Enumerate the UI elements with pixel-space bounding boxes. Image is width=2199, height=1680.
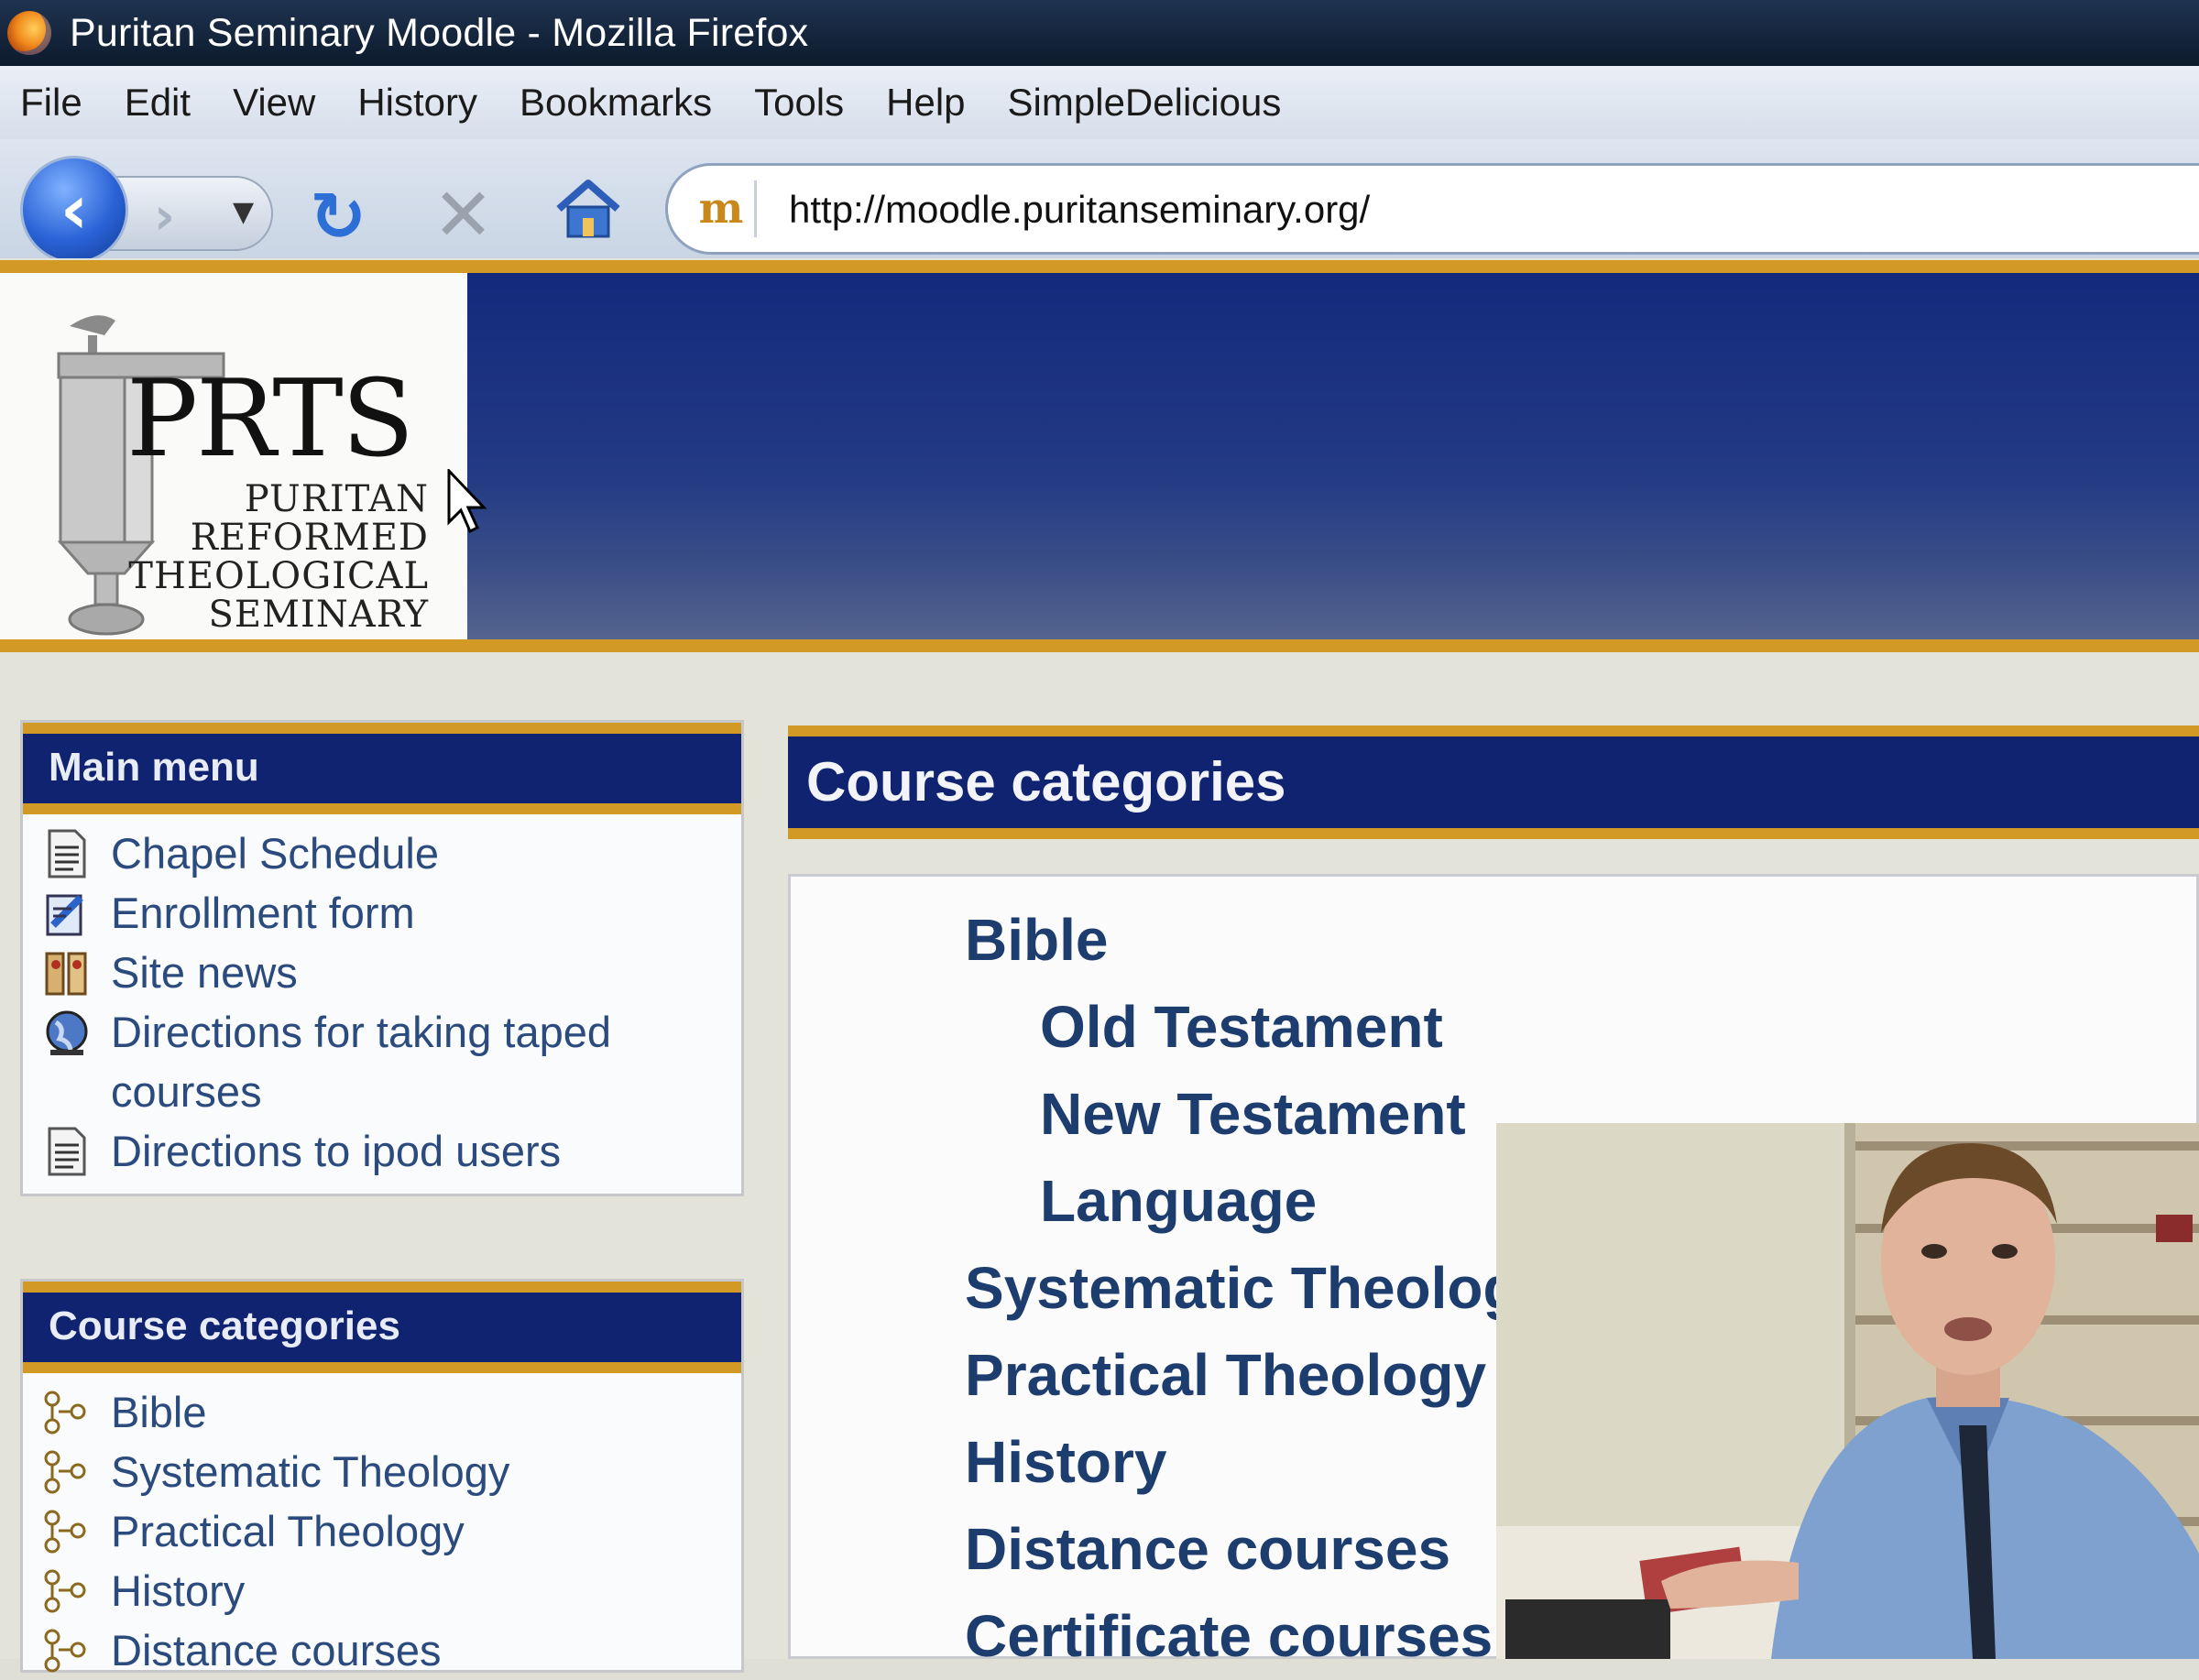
main-menu-item-label[interactable]: Directions for taking taped courses [111,1002,741,1121]
stop-button[interactable]: ✕ [432,172,494,257]
side-category-label[interactable]: History [111,1561,245,1620]
course-categories-block: Course categories Bible Systematic Theol… [20,1279,744,1675]
category-new-testament[interactable]: New Testament [965,1071,1551,1158]
back-arrow-icon: ‹ [60,170,89,249]
category-history[interactable]: History [965,1419,1551,1506]
site-logo[interactable]: PRTS PURITAN REFORMED THEOLOGICAL SEMINA… [0,273,467,639]
globe-icon [39,1006,94,1059]
main-menu-item-directions-ipod[interactable]: Directions to ipod users [23,1121,741,1181]
back-button[interactable]: ‹ [20,156,128,264]
history-dropdown-icon[interactable]: ▼ [233,196,254,228]
side-category-systematic-theology[interactable]: Systematic Theology [23,1442,741,1501]
home-button[interactable] [553,176,623,242]
category-distance-courses[interactable]: Distance courses [965,1506,1551,1593]
side-category-history[interactable]: History [23,1561,741,1620]
side-category-label[interactable]: Distance courses [111,1620,442,1680]
window-titlebar: Puritan Seminary Moodle - Mozilla Firefo… [0,0,2199,66]
logo-line: REFORMED [190,517,429,559]
menu-simpledelicious[interactable]: SimpleDelicious [1008,81,1282,125]
logo-line: THEOLOGICAL [128,555,429,597]
form-icon [39,887,94,940]
menu-bar: File Edit View History Bookmarks Tools H… [0,66,2199,139]
mouse-cursor-icon [447,469,487,534]
banner-bottom-border [0,639,2199,652]
course-categories-block-title: Course categories [23,1282,741,1373]
category-list: Bible Old Testament New Testament Langua… [965,897,1551,1680]
main-menu-item-label[interactable]: Site news [111,943,298,1002]
category-tree-icon [39,1565,94,1618]
side-category-label[interactable]: Systematic Theology [111,1442,509,1501]
logo-line: PURITAN [244,478,429,520]
menu-file[interactable]: File [20,81,82,125]
news-icon [39,946,94,999]
main-menu-item-label[interactable]: Chapel Schedule [111,824,439,883]
category-bible[interactable]: Bible [965,897,1551,984]
main-menu-block: Main menu Chapel Schedule Enrollment for… [20,720,744,1196]
menu-tools[interactable]: Tools [754,81,844,125]
window-title: Puritan Seminary Moodle - Mozilla Firefo… [70,10,809,55]
course-categories-heading: Course categories [788,725,2199,839]
side-category-label[interactable]: Bible [111,1382,207,1442]
main-menu-item-site-news[interactable]: Site news [23,943,741,1002]
firefox-icon [7,11,51,55]
main-menu-item-directions-taped[interactable]: Directions for taking taped courses [23,1002,741,1121]
menu-bookmarks[interactable]: Bookmarks [520,81,712,125]
side-category-bible[interactable]: Bible [23,1382,741,1442]
logo-subtitle: PURITAN REFORMED THEOLOGICAL SEMINARY [108,480,429,634]
category-tree-icon [39,1386,94,1439]
menu-help[interactable]: Help [886,81,965,125]
main-menu-title: Main menu [23,723,741,814]
logo-acronym: PRTS [126,357,414,481]
presenter-webcam-overlay [1496,1123,2199,1659]
side-category-label[interactable]: Practical Theology [111,1501,465,1561]
menu-history[interactable]: History [357,81,477,125]
category-certificate-courses[interactable]: Certificate courses [965,1593,1551,1680]
site-favicon: m [688,180,757,237]
url-text[interactable]: http://moodle.puritanseminary.org/ [789,188,1370,232]
category-old-testament[interactable]: Old Testament [965,984,1551,1071]
banner-top-border [0,260,2199,273]
main-menu-item-chapel-schedule[interactable]: Chapel Schedule [23,824,741,883]
main-menu-item-label[interactable]: Directions to ipod users [111,1121,561,1181]
address-bar[interactable]: m http://moodle.puritanseminary.org/ [665,163,2199,255]
category-language[interactable]: Language [965,1158,1551,1245]
navigation-toolbar: ‹ › ▼ ↻ ✕ m http://moodle.puritanseminar… [0,139,2199,264]
menu-edit[interactable]: Edit [125,81,191,125]
side-category-practical-theology[interactable]: Practical Theology [23,1501,741,1561]
category-tree-icon [39,1624,94,1677]
category-tree-icon [39,1505,94,1558]
document-icon [39,1125,94,1178]
forward-button[interactable]: › [154,187,175,246]
menu-view[interactable]: View [233,81,315,125]
reload-button[interactable]: ↻ [310,178,366,256]
side-category-distance-courses[interactable]: Distance courses [23,1620,741,1680]
category-systematic-theology[interactable]: Systematic Theology [965,1245,1551,1332]
main-menu-item-label[interactable]: Enrollment form [111,883,415,943]
main-menu-item-enrollment-form[interactable]: Enrollment form [23,883,741,943]
document-icon [39,827,94,880]
presenter-video-frame [1496,1123,2199,1659]
category-practical-theology[interactable]: Practical Theology [965,1332,1551,1419]
logo-line: SEMINARY [208,594,429,636]
category-tree-icon [39,1445,94,1499]
